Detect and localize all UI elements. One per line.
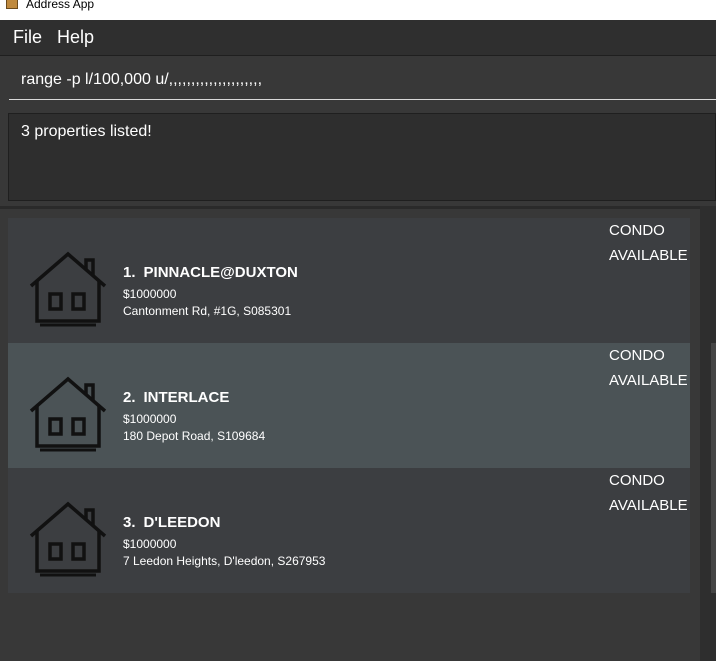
- property-status-tag: AVAILABLE: [609, 247, 688, 264]
- section-divider: [0, 206, 716, 209]
- property-name: 3. D'LEEDON: [123, 514, 220, 531]
- property-status-tag: AVAILABLE: [609, 372, 688, 389]
- menu-help[interactable]: Help: [57, 27, 94, 48]
- house-icon: [29, 376, 107, 452]
- property-address: Cantonment Rd, #1G, S085301: [123, 304, 292, 318]
- property-address: 180 Depot Road, S109684: [123, 429, 266, 443]
- property-index: 2.: [123, 389, 136, 406]
- property-index: 3.: [123, 514, 136, 531]
- property-type-tag: CONDO: [609, 222, 665, 239]
- result-message: 3 properties listed!: [21, 123, 152, 140]
- command-box: [0, 56, 716, 108]
- property-price: $1000000: [123, 412, 177, 426]
- property-name: 1. PINNACLE@DUXTON: [123, 264, 298, 281]
- menu-file[interactable]: File: [13, 27, 42, 48]
- property-type-tag: CONDO: [609, 472, 665, 489]
- command-input[interactable]: [9, 60, 716, 100]
- property-status-tag: AVAILABLE: [609, 497, 688, 514]
- app-icon: [6, 0, 18, 9]
- property-price: $1000000: [123, 287, 177, 301]
- property-price: $1000000: [123, 537, 177, 551]
- property-card[interactable]: 3. D'LEEDON $1000000 7 Leedon Heights, D'…: [8, 468, 690, 593]
- property-index: 1.: [123, 264, 136, 281]
- list-scrollbar-thumb[interactable]: [711, 343, 716, 593]
- property-name: 2. INTERLACE: [123, 389, 229, 406]
- property-address: 7 Leedon Heights, D'leedon, S267953: [123, 554, 326, 568]
- property-name-text: PINNACLE@DUXTON: [143, 264, 298, 281]
- house-icon: [29, 501, 107, 577]
- house-icon: [29, 251, 107, 327]
- menu-bar: File Help: [0, 20, 716, 56]
- property-name-text: D'LEEDON: [143, 514, 221, 531]
- property-type-tag: CONDO: [609, 347, 665, 364]
- property-card[interactable]: 1. PINNACLE@DUXTON $1000000 Cantonment Rd…: [8, 218, 690, 343]
- property-list: 1. PINNACLE@DUXTON $1000000 Cantonment Rd…: [8, 218, 690, 593]
- title-bar: Address App: [0, 0, 716, 20]
- property-name-text: INTERLACE: [143, 389, 230, 406]
- window-title: Address App: [26, 0, 95, 11]
- result-display: 3 properties listed!: [8, 113, 716, 201]
- property-card[interactable]: 2. INTERLACE $1000000 180 Depot Road, S10…: [8, 343, 690, 468]
